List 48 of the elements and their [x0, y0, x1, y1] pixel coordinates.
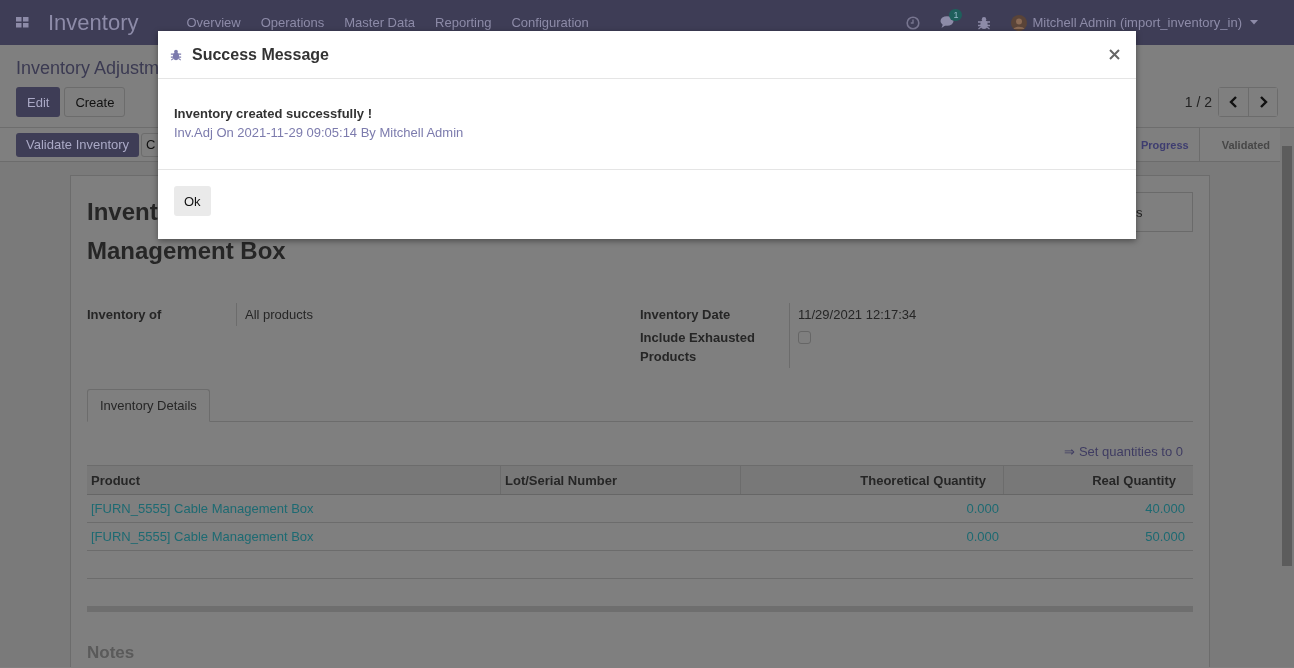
success-heading: Inventory created successfully ! — [174, 105, 373, 123]
next-button[interactable] — [1248, 88, 1277, 116]
menu-item[interactable]: Operations — [260, 15, 325, 30]
pager-value: 1 / 2 — [1184, 94, 1212, 110]
form-button[interactable]: Create — [64, 87, 126, 117]
form-button[interactable]: Edit — [16, 87, 61, 117]
status-stage[interactable]: Validated — [1199, 128, 1280, 161]
menu-item[interactable]: Master Data — [344, 15, 416, 30]
chevron-left-icon — [1229, 96, 1238, 108]
caret-icon[interactable] — [1250, 20, 1258, 25]
column-header[interactable]: Product — [87, 472, 500, 488]
breadcrumb: Inventory Adjustm — [16, 58, 161, 80]
tab[interactable]: Inventory Details — [87, 389, 210, 422]
scrollbar[interactable] — [1280, 128, 1294, 667]
bug-icon — [170, 48, 182, 61]
avatar-icon[interactable] — [1011, 14, 1028, 31]
action-button[interactable]: C — [141, 132, 161, 157]
action-button[interactable]: Validate Inventory — [16, 132, 140, 157]
menu-item[interactable]: Overview — [186, 15, 241, 30]
chevron-right-icon — [1258, 96, 1268, 108]
ok-button[interactable]: Ok — [174, 186, 211, 216]
close-icon[interactable] — [1109, 49, 1120, 60]
table-cell-text: 50.000 — [1144, 529, 1186, 544]
record-title: Management Box — [87, 236, 286, 266]
field-label: Inventory of — [87, 306, 163, 324]
dialog-title: Success Message — [192, 45, 329, 64]
menu-item[interactable]: Configuration — [511, 15, 589, 30]
column-header[interactable]: Lot/Serial Number — [500, 466, 740, 494]
table-cell-text: 40.000 — [1144, 501, 1186, 516]
table-cell-text: 0.000 — [965, 501, 1000, 516]
field-label: Inventory Date — [640, 306, 732, 324]
user-menu[interactable]: Mitchell Admin (import_inventory_in) — [1032, 15, 1242, 30]
set-quantities-link[interactable]: ⇒ Set quantities to 0 — [1064, 444, 1183, 459]
apps-menu-icon[interactable] — [16, 17, 29, 28]
menu-item[interactable]: Reporting — [435, 15, 492, 30]
field-value: 11/29/2021 12:17:34 — [798, 307, 917, 322]
notification-badge: 1 — [949, 9, 963, 21]
column-header[interactable]: Theoretical Quantity — [740, 466, 1003, 494]
record-title: Invent — [87, 197, 158, 227]
bug-icon[interactable] — [977, 15, 992, 30]
field-value: All products — [245, 307, 313, 322]
table-cell-text: 0.000 — [965, 529, 1000, 544]
clock-icon[interactable] — [906, 15, 921, 30]
checkbox[interactable] — [798, 331, 811, 344]
app-name: Inventory — [48, 9, 139, 36]
success-message: Inv.Adj On 2021-11-29 09:05:14 By Mitchell Admin — [174, 124, 465, 142]
column-header[interactable]: Real Quantity — [1003, 466, 1193, 494]
field-label: Include Exhausted Products — [640, 329, 756, 366]
